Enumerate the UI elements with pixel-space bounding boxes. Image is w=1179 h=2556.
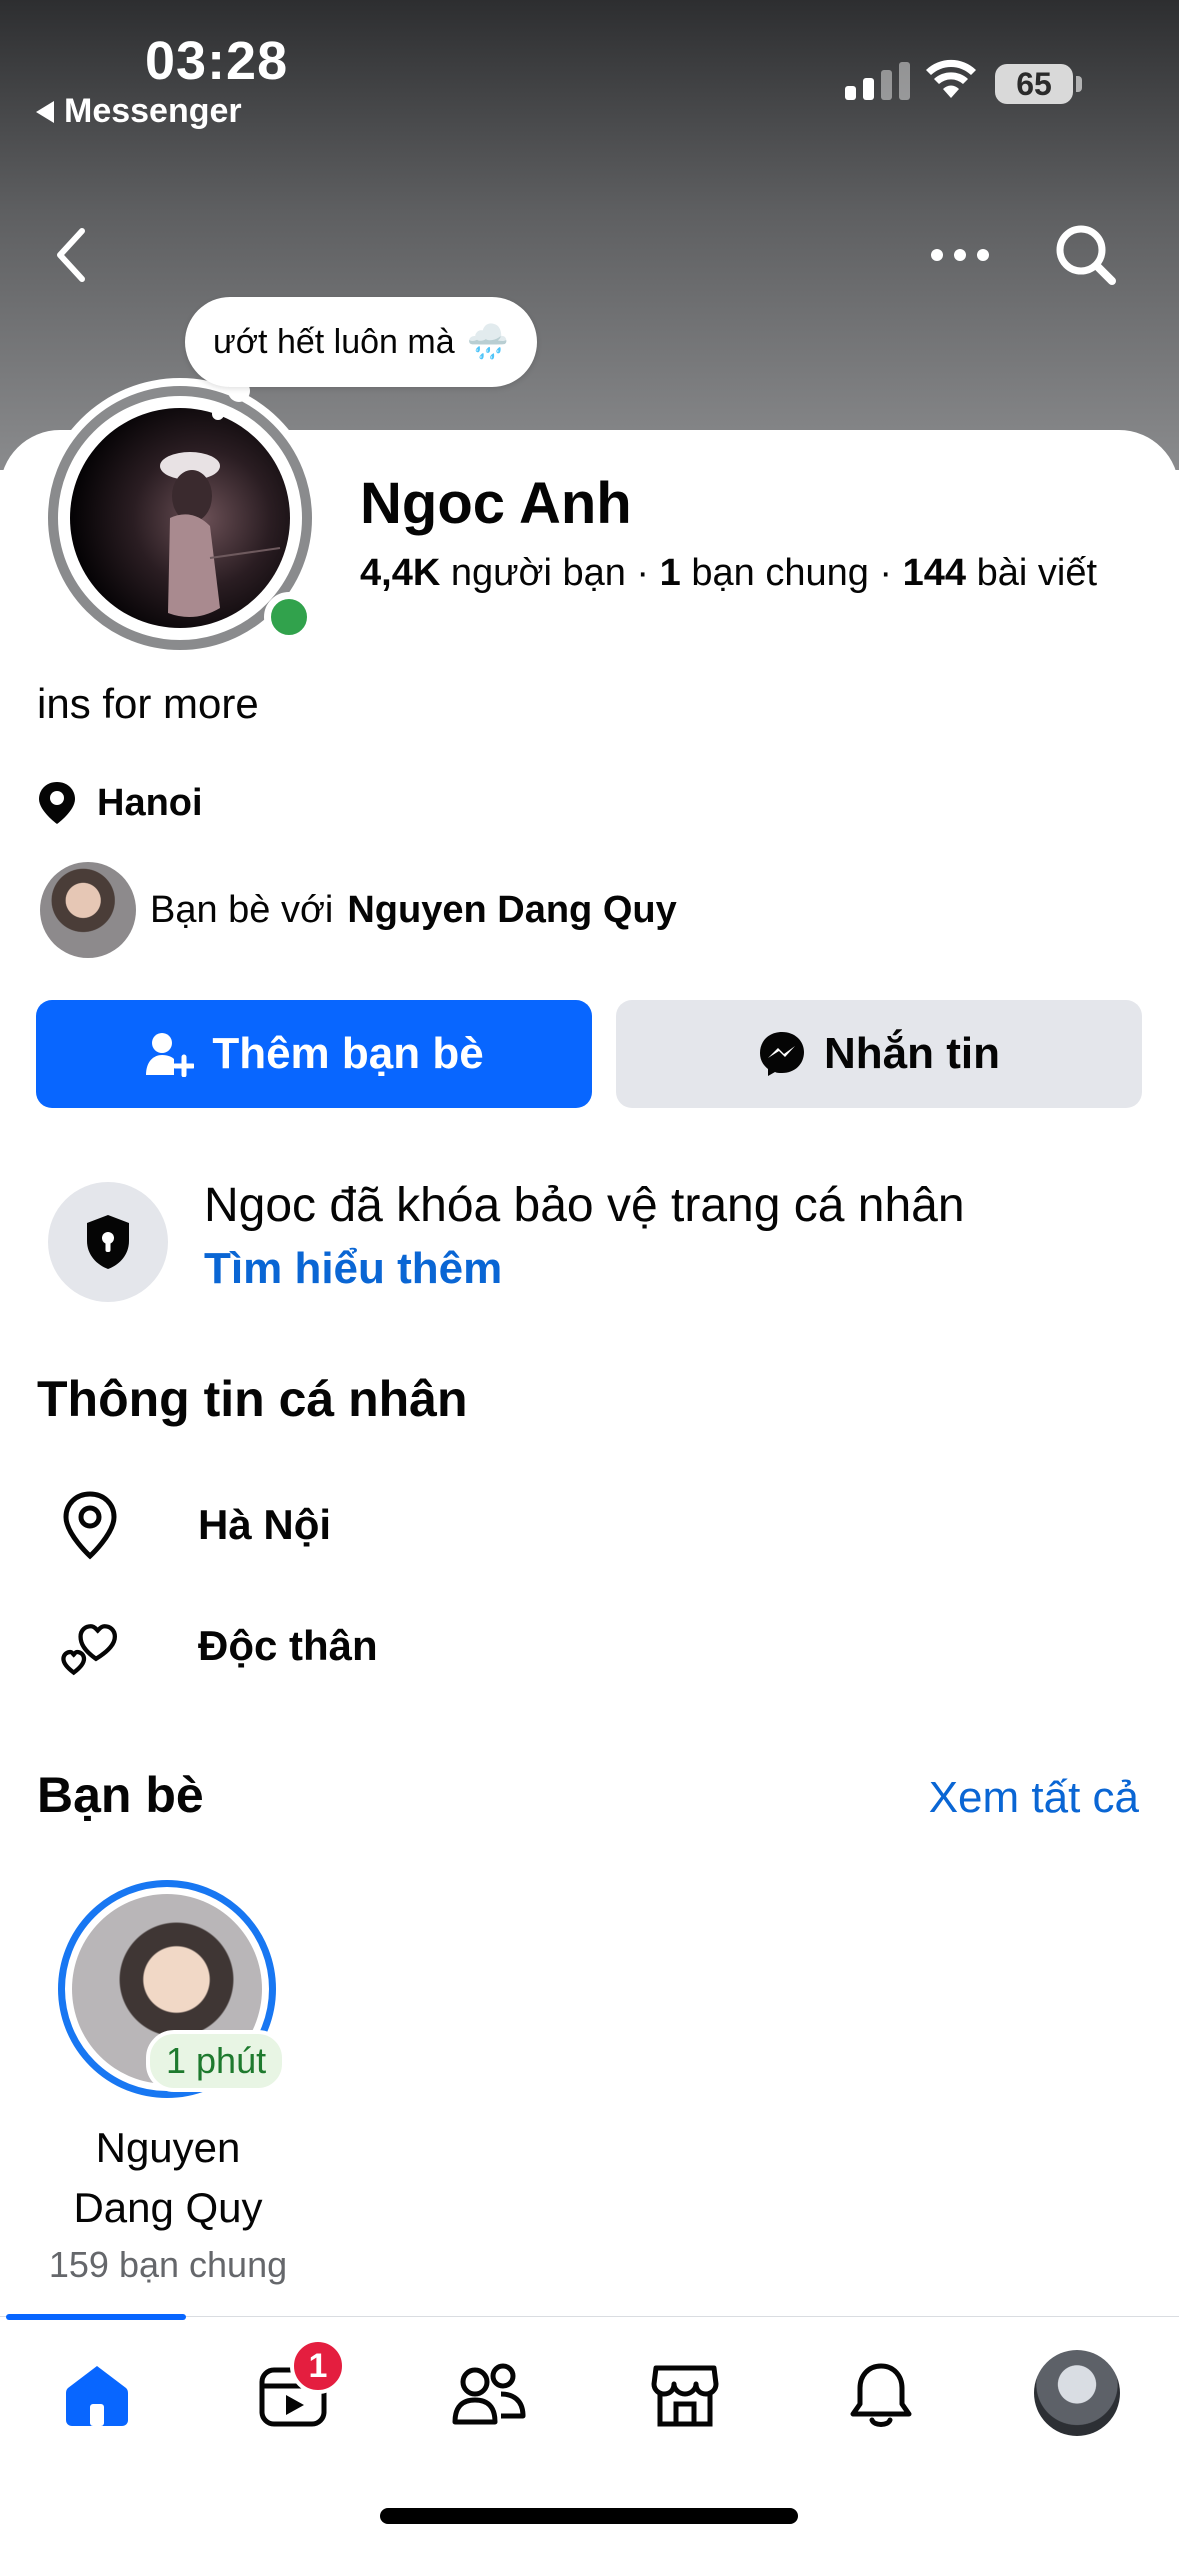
relationship-text: Độc thân: [198, 1622, 378, 1669]
add-friend-label: Thêm bạn bè: [212, 1029, 484, 1078]
search-icon: [1056, 225, 1116, 285]
info-row-city: Hà Nội: [60, 1490, 331, 1560]
home-indicator: [380, 2508, 798, 2524]
profile-name: Ngoc Anh: [360, 471, 632, 536]
friends-section-title: Bạn bè: [37, 1767, 204, 1823]
location-text: Hanoi: [97, 781, 203, 824]
hearts-icon: [61, 1624, 118, 1676]
friend-with-prefix: Bạn bè với: [150, 888, 334, 931]
back-to-app[interactable]: Messenger: [36, 92, 242, 131]
add-friend-icon: [146, 1033, 195, 1077]
messenger-icon: [760, 1032, 804, 1076]
status-time: 03:28: [145, 31, 289, 91]
posts-label: bài viết: [976, 552, 1098, 594]
more-button[interactable]: [920, 215, 1000, 295]
profile-avatar[interactable]: [70, 408, 290, 628]
location-pin-icon: [39, 782, 75, 824]
message-button[interactable]: Nhắn tin: [616, 1000, 1142, 1108]
more-icon: [931, 249, 989, 261]
tab-friends[interactable]: [434, 2340, 544, 2450]
friend-with-avatar[interactable]: [40, 862, 136, 958]
chevron-left-icon: [57, 228, 85, 282]
profile-stats: 4,4K người bạn · 1 bạn chung · 144 bài v…: [360, 552, 1098, 594]
back-button[interactable]: [30, 215, 110, 295]
see-all-friends-link[interactable]: Xem tất cả: [929, 1773, 1139, 1823]
mutual-count[interactable]: 1: [660, 552, 681, 594]
tab-home[interactable]: [42, 2340, 152, 2450]
bell-icon: [850, 2363, 912, 2427]
wifi-icon: [926, 59, 976, 98]
friend-name[interactable]: Nguyen Dang Quy: [40, 2118, 296, 2238]
note-tail-small: [212, 408, 224, 420]
battery-tip: [1076, 76, 1082, 92]
info-row-relationship: Độc thân: [60, 1616, 378, 1676]
avatar-figure: [160, 452, 281, 617]
marketplace-icon: [651, 2365, 719, 2427]
mutual-label[interactable]: bạn chung: [691, 552, 869, 594]
tab-menu-avatar[interactable]: [1034, 2350, 1120, 2436]
add-friend-button[interactable]: Thêm bạn bè: [36, 1000, 592, 1108]
note-bubble[interactable]: ướt hết luôn mà 🌧️: [185, 297, 537, 387]
back-app-label: Messenger: [64, 92, 242, 130]
friend-with-row[interactable]: Bạn bè với Nguyen Dang Quy: [40, 862, 677, 958]
friend-with-name[interactable]: Nguyen Dang Quy: [347, 889, 676, 932]
friends-icon: [452, 2363, 526, 2425]
profile-bio: ins for more: [37, 680, 259, 727]
learn-more-link[interactable]: Tìm hiểu thêm: [204, 1244, 502, 1294]
home-icon: [66, 2366, 128, 2426]
shield-lock-icon: [87, 1215, 129, 1269]
tab-marketplace[interactable]: [630, 2340, 740, 2450]
tab-scroll-indicator: [6, 2314, 186, 2320]
rain-cloud-icon: 🌧️: [466, 323, 509, 361]
note-text: ướt hết luôn mà: [213, 322, 455, 361]
city-text: Hà Nội: [198, 1501, 332, 1548]
video-notification-badge: 1: [290, 2338, 346, 2394]
friends-count[interactable]: 4,4K: [360, 552, 440, 594]
signal-icon: [845, 62, 910, 100]
tab-notifications[interactable]: [826, 2340, 936, 2450]
message-label: Nhắn tin: [824, 1029, 1000, 1078]
lock-icon-circle: [48, 1182, 168, 1302]
friends-label[interactable]: người bạn: [451, 552, 626, 594]
battery-indicator: 65: [995, 64, 1073, 104]
search-button[interactable]: [1046, 215, 1126, 295]
profile-location: Hanoi: [37, 780, 203, 826]
location-outline-icon: [63, 1491, 117, 1560]
friend-mutual: 159 bạn chung: [48, 2244, 288, 2285]
personal-info-title: Thông tin cá nhân: [37, 1371, 468, 1427]
posts-count: 144: [902, 552, 967, 594]
lock-notice-title: Ngoc đã khóa bảo vệ trang cá nhân: [204, 1179, 965, 1232]
back-triangle-icon: [36, 100, 54, 123]
friend-active-badge: 1 phút: [146, 2030, 287, 2092]
online-status-dot: [264, 592, 314, 642]
